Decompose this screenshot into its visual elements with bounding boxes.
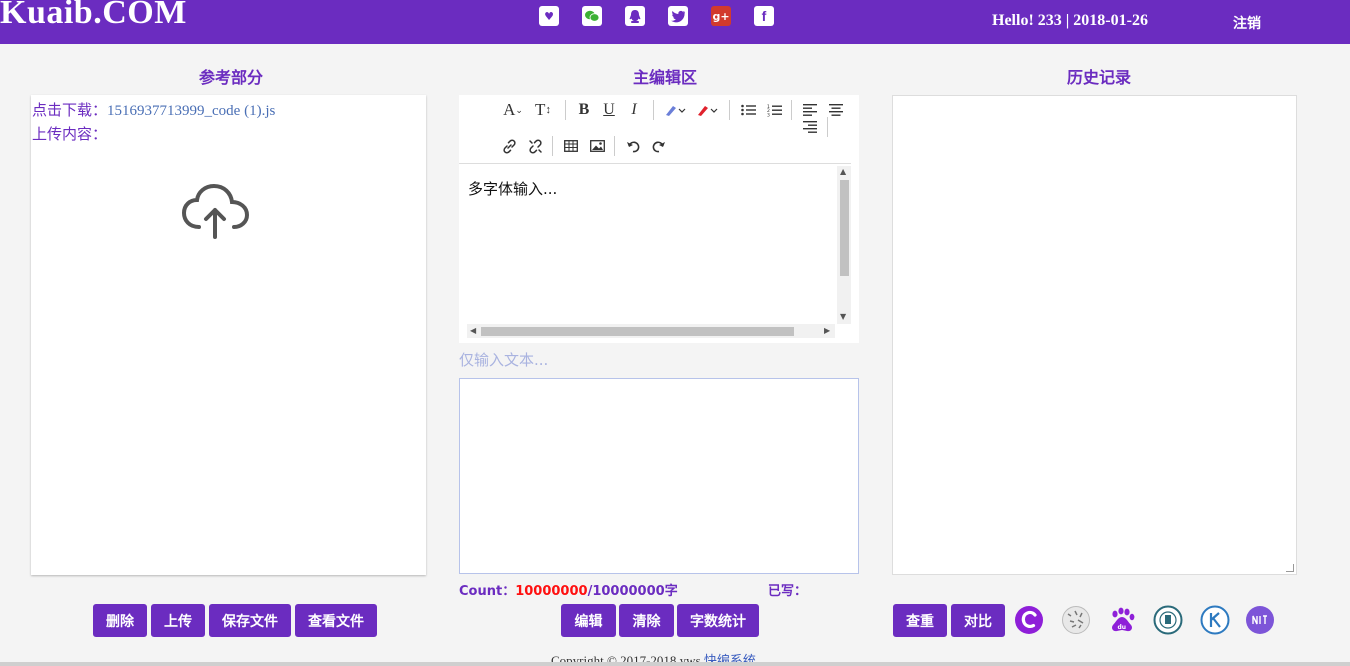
font-color-icon[interactable]	[695, 100, 721, 120]
toolbar-separator	[653, 100, 654, 120]
twitter-icon[interactable]	[668, 6, 688, 26]
scroll-up-arrow[interactable]: ▲	[840, 167, 846, 176]
user-greeting: Hello! 233 | 2018-01-26	[992, 12, 1148, 29]
vertical-scrollbar[interactable]: ▲ ▼	[837, 166, 851, 324]
reference-panel: 点击下载：1516937713999_code (1).js 上传内容：	[31, 95, 426, 575]
align-center-icon[interactable]	[827, 100, 845, 120]
count-label: Count：	[459, 584, 516, 599]
scroll-down-arrow[interactable]: ▼	[840, 312, 846, 321]
clear-button[interactable]: 清除	[619, 604, 674, 637]
character-counter: Count：10000000/10000000字	[459, 580, 678, 599]
font-family-button[interactable]: A ⌄	[501, 100, 525, 120]
highlight-color-icon[interactable]	[663, 100, 689, 120]
save-file-button[interactable]: 保存文件	[209, 604, 291, 637]
download-label: 点击下载：	[32, 101, 108, 119]
view-file-button[interactable]: 查看文件	[295, 604, 377, 637]
wikipedia-icon[interactable]	[1061, 605, 1091, 635]
paper-check-icon[interactable]	[1245, 605, 1275, 635]
plain-text-area[interactable]	[459, 378, 859, 574]
horizontal-scroll-thumb[interactable]	[481, 327, 794, 336]
scroll-right-arrow[interactable]: ▶	[824, 326, 830, 335]
word-count-button[interactable]: 字数统计	[677, 604, 759, 637]
font-size-button[interactable]: T ↕	[531, 100, 555, 120]
plain-text-placeholder: 仅输入文本...	[459, 351, 549, 369]
facebook-icon[interactable]: f	[754, 6, 774, 26]
google-plus-icon[interactable]: g+	[711, 6, 731, 26]
count-total: /10000000字	[587, 584, 678, 599]
resize-handle[interactable]	[1286, 564, 1294, 572]
horizontal-scrollbar[interactable]: ◀ ▶	[467, 324, 835, 338]
bullet-list-icon[interactable]	[739, 100, 757, 120]
shield-icon[interactable]: ♥	[539, 6, 559, 26]
undo-icon[interactable]	[624, 136, 642, 156]
unlink-icon[interactable]	[526, 136, 544, 156]
reference-title: 参考部分	[199, 68, 264, 87]
history-title: 历史记录	[1067, 68, 1132, 87]
top-navigation-bar: Kuaib.COM ♥ g+ f Hello! 233 | 2018-01-26…	[0, 0, 1350, 44]
cnki-icon[interactable]	[1200, 605, 1230, 635]
underline-button[interactable]: U	[600, 100, 618, 120]
svg-text:3: 3	[767, 112, 770, 117]
redo-icon[interactable]	[650, 136, 668, 156]
baidu-icon[interactable]: du	[1107, 605, 1137, 635]
rich-text-content-area[interactable]: 多字体输入... ▲ ▼ ◀ ▶	[459, 163, 851, 338]
rich-text-editor: A ⌄ T ↕ B U I 123 多字体输入... ▲ ▼ ◀ ▶	[459, 95, 859, 343]
toolbar-separator	[614, 136, 615, 156]
edit-button[interactable]: 编辑	[561, 604, 616, 637]
toolbar-separator	[565, 100, 566, 120]
logout-link[interactable]: 注销	[1233, 13, 1261, 33]
numbered-list-icon[interactable]: 123	[765, 100, 783, 120]
svg-text:du: du	[1118, 624, 1127, 631]
link-icon[interactable]	[500, 136, 518, 156]
page-bottom-border	[0, 662, 1350, 666]
table-icon[interactable]	[562, 136, 580, 156]
wechat-icon[interactable]	[582, 6, 602, 26]
upload-label: 上传内容：	[32, 125, 108, 143]
history-panel[interactable]	[892, 95, 1297, 575]
align-right-icon[interactable]	[801, 117, 819, 137]
scroll-left-arrow[interactable]: ◀	[470, 326, 476, 335]
compare-button[interactable]: 对比	[951, 604, 1005, 637]
sogou-icon[interactable]	[1014, 605, 1044, 635]
download-file-link[interactable]: 1516937713999_code (1).js	[107, 103, 275, 119]
count-remaining: 10000000	[515, 584, 588, 599]
editor-title: 主编辑区	[633, 68, 698, 87]
bold-button[interactable]: B	[575, 100, 593, 120]
check-duplicate-button[interactable]: 查重	[893, 604, 947, 637]
toolbar-separator	[729, 100, 730, 120]
university-emblem-icon[interactable]	[1153, 605, 1183, 635]
editor-content: 多字体输入...	[468, 180, 558, 198]
image-icon[interactable]	[588, 136, 606, 156]
vertical-scroll-thumb[interactable]	[840, 180, 849, 276]
download-line: 点击下载：1516937713999_code (1).js	[32, 99, 275, 120]
toolbar-separator	[791, 100, 792, 120]
qq-icon[interactable]	[625, 6, 645, 26]
toolbar-separator	[827, 117, 828, 137]
delete-button[interactable]: 删除	[93, 604, 147, 637]
toolbar-separator	[552, 136, 553, 156]
upload-button[interactable]: 上传	[151, 604, 205, 637]
cloud-upload-icon[interactable]	[181, 183, 251, 245]
italic-button[interactable]: I	[625, 100, 643, 120]
written-label: 已写：	[768, 584, 808, 599]
site-logo[interactable]: Kuaib.COM	[0, 0, 187, 32]
